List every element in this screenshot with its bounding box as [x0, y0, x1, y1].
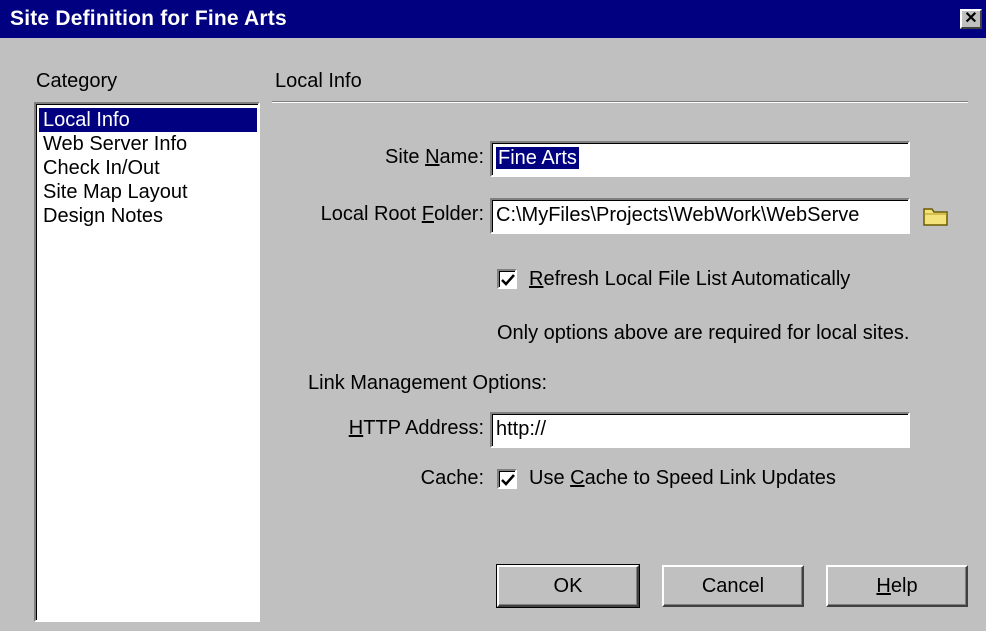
site-name-input[interactable]: Fine Arts [490, 141, 910, 177]
folder-icon [923, 208, 948, 226]
category-list[interactable]: Local Info Web Server Info Check In/Out … [34, 102, 260, 622]
refresh-label[interactable]: Refresh Local File List Automatically [529, 268, 850, 291]
http-address-label: HTTP Address: [348, 417, 484, 439]
local-sites-note: Only options above are required for loca… [497, 322, 910, 344]
cache-option-label[interactable]: Use Cache to Speed Link Updates [529, 467, 836, 490]
section-heading: Local Info [275, 70, 362, 92]
category-item-site-map-layout[interactable]: Site Map Layout [39, 180, 257, 204]
site-name-value: Fine Arts [496, 147, 579, 169]
http-address-value: http:// [496, 418, 547, 440]
title-bar: Site Definition for Fine Arts ✕ [0, 0, 986, 38]
site-name-label: Site Name: [385, 146, 484, 168]
help-button[interactable]: Help [826, 565, 968, 607]
cache-label: Cache: [420, 467, 484, 489]
local-root-folder-value: C:\MyFiles\Projects\WebWork\WebServe [496, 204, 860, 226]
section-divider [272, 101, 968, 103]
browse-folder-button[interactable] [922, 204, 950, 228]
refresh-checkbox[interactable] [497, 269, 517, 289]
checkmark-icon [501, 474, 515, 486]
category-item-check-in-out[interactable]: Check In/Out [39, 156, 257, 180]
cache-checkbox[interactable] [497, 469, 517, 489]
category-item-web-server-info[interactable]: Web Server Info [39, 132, 257, 156]
category-item-design-notes[interactable]: Design Notes [39, 204, 257, 228]
checkmark-icon [501, 274, 515, 286]
local-root-folder-label: Local Root Folder: [320, 203, 484, 225]
link-management-heading: Link Management Options: [308, 372, 548, 394]
local-root-folder-input[interactable]: C:\MyFiles\Projects\WebWork\WebServe [490, 198, 910, 234]
close-button[interactable]: ✕ [960, 9, 982, 29]
window-title: Site Definition for Fine Arts [10, 7, 287, 30]
category-heading: Category [36, 70, 118, 92]
ok-button[interactable]: OK [496, 564, 640, 608]
http-address-input[interactable]: http:// [490, 412, 910, 448]
cancel-button[interactable]: Cancel [662, 565, 804, 607]
close-icon: ✕ [964, 10, 978, 27]
category-item-local-info[interactable]: Local Info [39, 108, 257, 132]
